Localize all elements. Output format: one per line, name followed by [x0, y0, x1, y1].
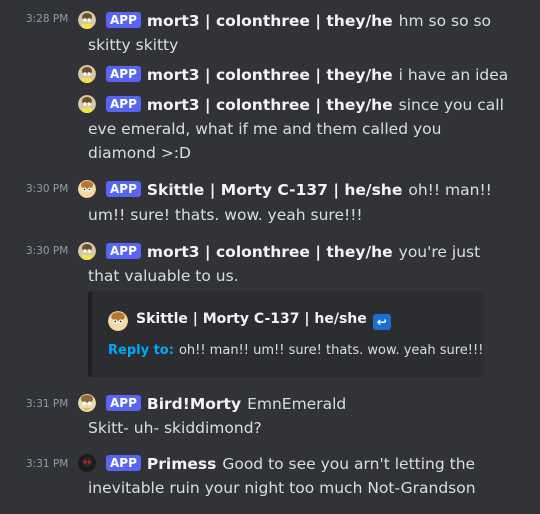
avatar[interactable]: [78, 180, 96, 198]
message-text: skitty skitty: [88, 36, 179, 54]
avatar[interactable]: [78, 11, 96, 29]
avatar[interactable]: [78, 242, 96, 260]
app-badge: APP: [106, 12, 141, 28]
message-text: that valuable to us.: [88, 267, 239, 285]
message-text: EmnEmerald: [247, 395, 347, 413]
timestamp: 3:30 PM: [26, 245, 69, 257]
message-header: APP mort3 | colonthree | they/he you're ju…: [106, 240, 480, 264]
message-header: APP Primess Good to see you arn't letting …: [106, 452, 475, 476]
username[interactable]: Skittle | Morty C-137 | he/she: [147, 181, 402, 199]
reply-text: oh!! man!! um!! sure! thats. wow. yeah s…: [178, 343, 484, 358]
reply-arrow-icon[interactable]: ↩: [372, 314, 391, 330]
username[interactable]: Primess: [147, 455, 216, 473]
message-text: eve emerald, what if me and them called …: [88, 120, 442, 138]
message-header: APP mort3 | colonthree | they/he hm so so …: [106, 9, 491, 33]
avatar[interactable]: [78, 65, 96, 83]
app-badge: APP: [106, 243, 141, 259]
app-badge: APP: [106, 96, 141, 112]
app-badge: APP: [106, 66, 141, 82]
app-badge: APP: [106, 455, 141, 471]
avatar[interactable]: [78, 394, 96, 412]
timestamp: 3:31 PM: [26, 398, 69, 410]
timestamp: 3:28 PM: [26, 13, 69, 25]
message-text: oh!! man!!: [408, 181, 492, 199]
message-header: APP Skittle | Morty C-137 | he/she oh!! ma…: [106, 178, 492, 202]
timestamp: 3:31 PM: [26, 458, 69, 470]
message-text: i have an idea: [398, 66, 509, 84]
message-text: since you call: [398, 96, 504, 114]
username[interactable]: mort3 | colonthree | they/he: [147, 12, 393, 30]
username[interactable]: Bird!Morty: [147, 395, 241, 413]
username[interactable]: mort3 | colonthree | they/he: [147, 96, 393, 114]
reply-label: Reply to:: [108, 343, 174, 358]
timestamp: 3:30 PM: [26, 183, 69, 195]
message-header: APP mort3 | colonthree | they/he i have an…: [106, 63, 508, 87]
embed-avatar: [108, 311, 128, 331]
embed-username[interactable]: Skittle | Morty C-137 | he/she: [136, 311, 367, 327]
message-text: um!! sure! thats. wow. yeah sure!!!: [88, 206, 363, 224]
avatar[interactable]: [78, 95, 96, 113]
message-header: APP Bird!Morty EmnEmerald: [106, 392, 346, 416]
app-badge: APP: [106, 181, 141, 197]
message-text: hm so so so: [398, 12, 492, 30]
message-text: you're just: [398, 243, 481, 261]
username[interactable]: mort3 | colonthree | they/he: [147, 66, 393, 84]
message-text: diamond >:D: [88, 144, 191, 162]
message-embed: Skittle | Morty C-137 | he/she ↩ Reply to…: [88, 291, 484, 377]
app-badge: APP: [106, 395, 141, 411]
message-text: Good to see you arn't letting the: [222, 455, 476, 473]
username[interactable]: mort3 | colonthree | they/he: [147, 243, 393, 261]
message-header: APP mort3 | colonthree | they/he since you…: [106, 93, 504, 117]
message-text: inevitable ruin your night too much Not-…: [88, 479, 476, 497]
message-text: Skitt- uh- skiddimond?: [88, 419, 262, 437]
avatar[interactable]: [78, 454, 96, 472]
embed-author[interactable]: Skittle | Morty C-137 | he/she ↩: [136, 311, 391, 330]
embed-reply: Reply to: oh!! man!! um!! sure! thats. wo…: [108, 343, 483, 358]
